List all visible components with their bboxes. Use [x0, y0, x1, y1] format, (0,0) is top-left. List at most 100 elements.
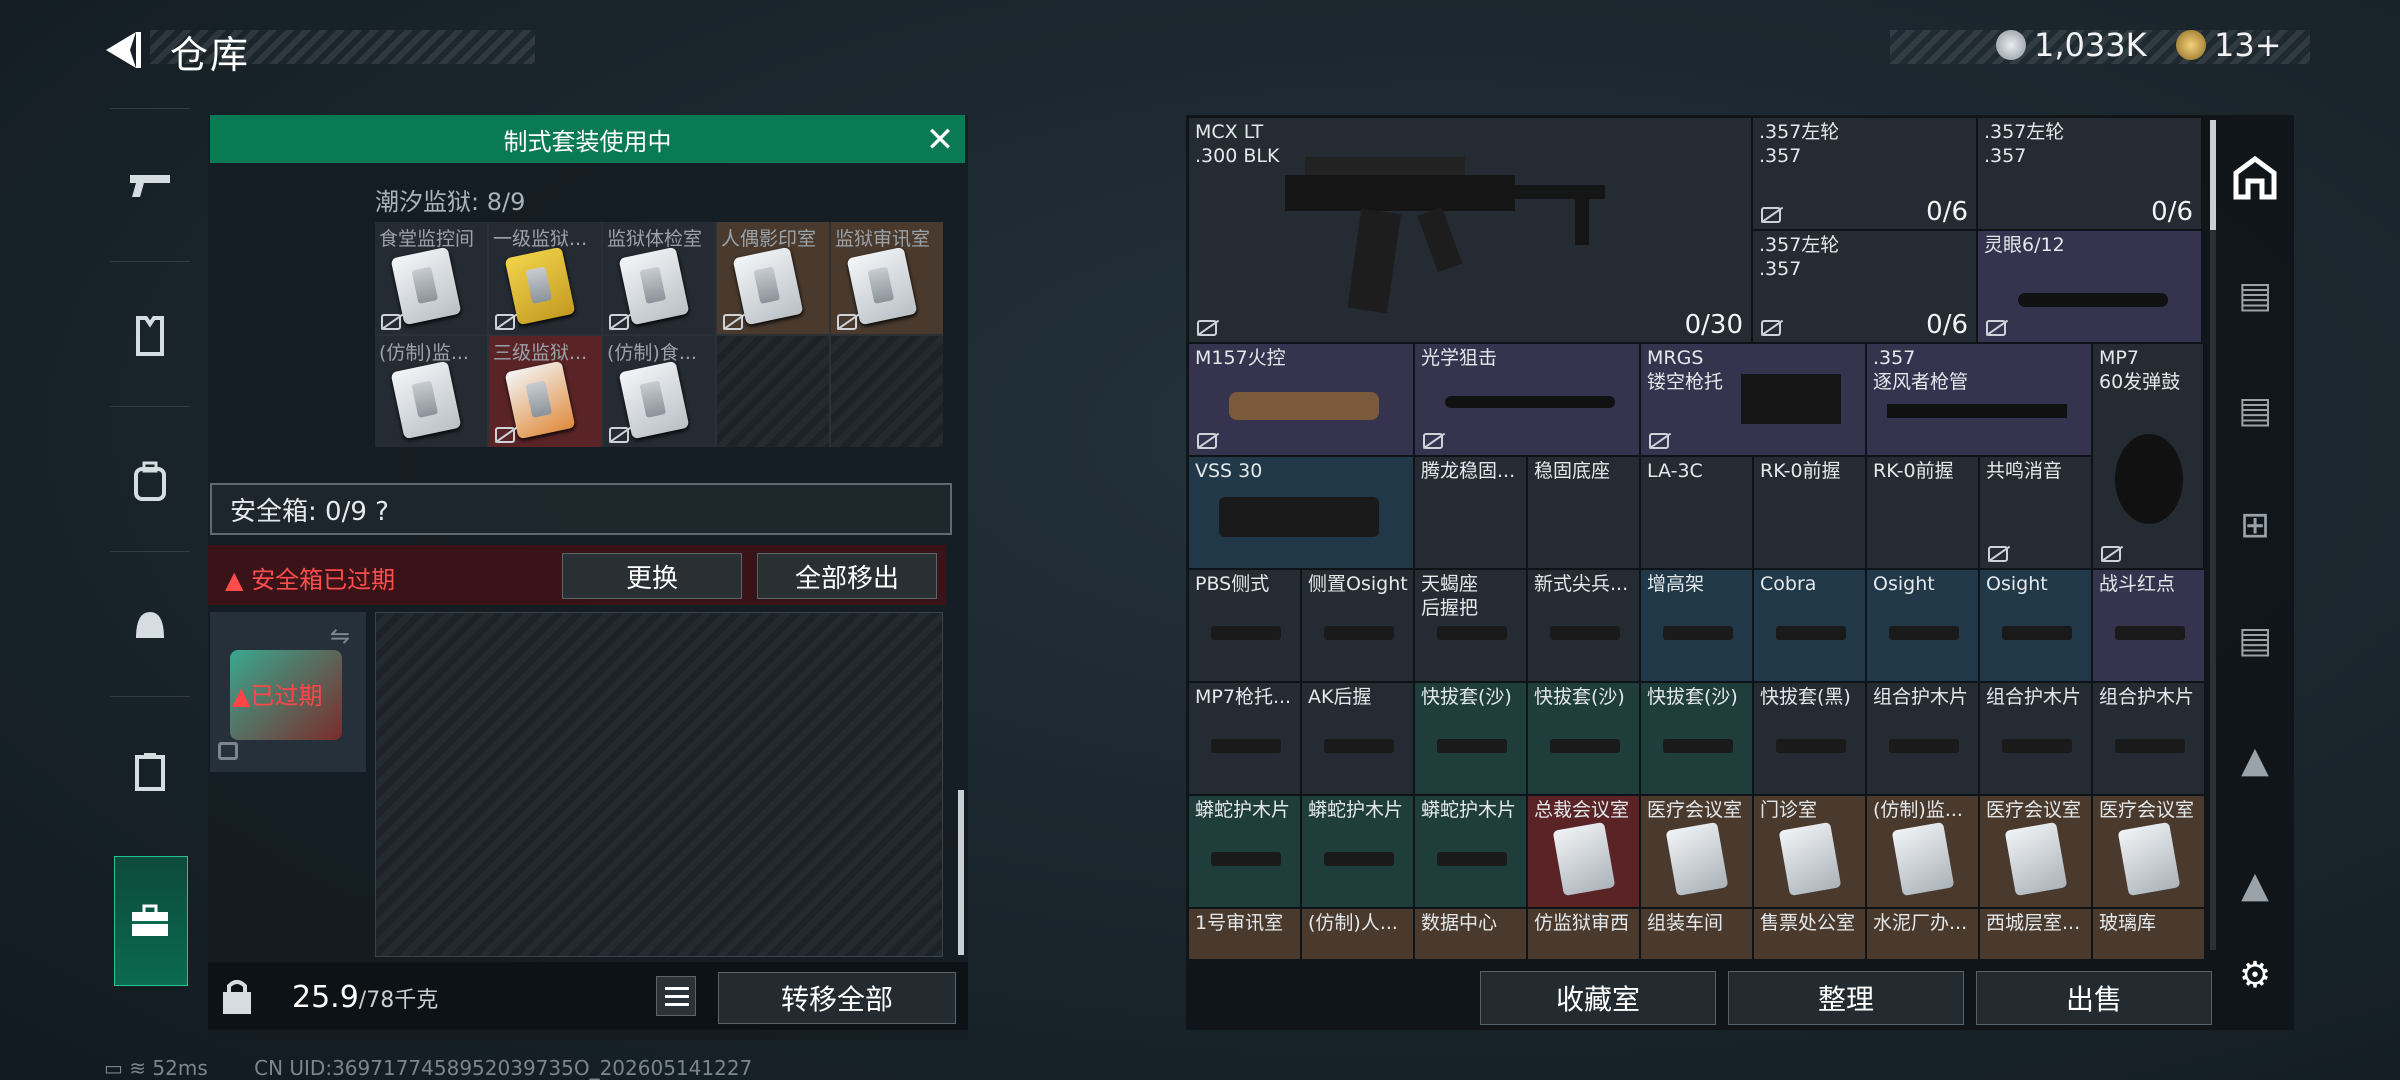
item-cell[interactable]: 蟒蛇护木片 — [1414, 795, 1527, 908]
left-scrollbar[interactable] — [958, 790, 964, 955]
item-cell[interactable]: Cobra — [1753, 569, 1866, 682]
weight-lock-icon — [220, 978, 254, 1016]
item-cell[interactable]: 快拔套(沙) — [1640, 682, 1753, 795]
item-cell[interactable]: 腾龙稳固... — [1414, 456, 1527, 569]
revolver-item[interactable]: .357左轮 .357 0/6 — [1752, 117, 1977, 230]
item-label: 蟒蛇护木片 — [1195, 799, 1291, 821]
vest-icon[interactable] — [100, 276, 200, 396]
item-cell[interactable]: 组合护木片 — [2092, 682, 2204, 795]
list-view-icon[interactable] — [656, 976, 696, 1016]
item-cell[interactable]: 新式尖兵... — [1527, 569, 1640, 682]
item-cell[interactable]: 门诊室 — [1753, 795, 1866, 908]
locked-storage-icon[interactable]: ▲ — [2230, 740, 2280, 790]
item-cell[interactable]: 医疗会议室 — [1979, 795, 2092, 908]
item-cell[interactable]: PBS侧式 — [1188, 569, 1301, 682]
item-cell[interactable]: 快拔套(沙) — [1414, 682, 1527, 795]
item-label: 快拔套(沙) — [1421, 686, 1512, 708]
expired-warning-text: 安全箱已过期 — [251, 566, 396, 594]
item-cell[interactable]: 增高架 — [1640, 569, 1753, 682]
item-cell[interactable]: (仿制)监... — [1866, 795, 1979, 908]
item-cell[interactable]: 光学狙击 — [1414, 343, 1640, 456]
weight-unit: /78千克 — [358, 988, 439, 1013]
keycard-slot[interactable]: (仿制)食... — [603, 335, 715, 447]
item-cell[interactable]: 侧置Osight — [1301, 569, 1414, 682]
item-cell[interactable]: 蟒蛇护木片 — [1188, 795, 1301, 908]
item-cell[interactable]: VSS 30 — [1188, 456, 1414, 569]
storage-tab-icon[interactable]: ▤ — [2230, 620, 2280, 670]
item-cell[interactable]: Osight — [1866, 569, 1979, 682]
revolver-item[interactable]: .357左轮 .357 0/6 — [1752, 230, 1977, 343]
currency-tickets[interactable]: 13+ — [2176, 26, 2282, 64]
item-cell[interactable]: 蟒蛇护木片 — [1301, 795, 1414, 908]
sell-button[interactable]: 出售 — [1976, 971, 2212, 1025]
add-storage-icon[interactable]: ⊞ — [2230, 505, 2280, 555]
item-cell[interactable]: 售票处公室 — [1753, 908, 1866, 959]
item-image — [1889, 626, 1959, 640]
item-image — [1211, 626, 1281, 640]
remove-all-button[interactable]: 全部移出 — [757, 553, 937, 599]
organize-button[interactable]: 整理 — [1728, 971, 1964, 1025]
replace-button[interactable]: 更换 — [562, 553, 742, 599]
scope-item[interactable]: 灵眼6/12 — [1977, 230, 2202, 343]
item-cell[interactable]: Osight — [1979, 569, 2092, 682]
keycard-slot[interactable]: 监狱审讯室 — [831, 222, 943, 334]
item-cell[interactable]: RK-0前握 — [1753, 456, 1866, 569]
settings-gear-icon[interactable]: ⚙ — [2230, 955, 2280, 1005]
item-cell[interactable]: 天蝎座 后握把 — [1414, 569, 1527, 682]
collection-room-button[interactable]: 收藏室 — [1480, 971, 1716, 1025]
item-cell[interactable]: MRGS 镂空枪托 — [1640, 343, 1866, 456]
item-cell[interactable]: (仿制)人... — [1301, 908, 1414, 959]
item-cell[interactable]: 快拔套(黑) — [1753, 682, 1866, 795]
item-label: 组合护木片 — [2099, 686, 2195, 708]
wifi-icon: ≋ — [129, 1056, 153, 1080]
item-cell[interactable]: 玻璃库 — [2092, 908, 2204, 959]
item-cell[interactable]: 西城层室... — [1979, 908, 2092, 959]
item-cell[interactable]: 组装车间 — [1640, 908, 1753, 959]
item-cell[interactable]: AK后握 — [1301, 682, 1414, 795]
swap-icon[interactable]: ⇋ — [330, 622, 350, 650]
keycard-slot[interactable]: 食堂监控间 — [375, 222, 487, 334]
drum-mag-item[interactable]: MP7 60发弹鼓 — [2092, 343, 2204, 569]
item-cell[interactable]: 仿监狱审西 — [1527, 908, 1640, 959]
backpack-icon[interactable] — [100, 421, 200, 541]
item-cell[interactable]: 医疗会议室 — [2092, 795, 2204, 908]
helmet-icon[interactable] — [100, 566, 200, 686]
item-cell[interactable]: 数据中心 — [1414, 908, 1527, 959]
item-cell[interactable]: M157火控 — [1188, 343, 1414, 456]
item-cell[interactable]: 稳固底座 — [1527, 456, 1640, 569]
keycard-slot[interactable]: 一级监狱... — [489, 222, 601, 334]
item-cell[interactable]: 水泥厂办... — [1866, 908, 1979, 959]
storage-tab-icon[interactable]: ▤ — [2230, 390, 2280, 440]
item-cell[interactable]: 战斗红点 — [2092, 569, 2204, 682]
gun-icon[interactable] — [100, 126, 200, 246]
revolver-item[interactable]: .357左轮 .357 0/6 — [1977, 117, 2202, 230]
transfer-all-button[interactable]: 转移全部 — [718, 972, 956, 1024]
item-cell[interactable]: MP7枪托... — [1188, 682, 1301, 795]
warehouse-tab-icon[interactable] — [2230, 153, 2280, 203]
keycard-slot[interactable]: 三级监狱... — [489, 335, 601, 447]
safebox-capacity[interactable]: 安全箱: 0/9 ? — [210, 483, 952, 535]
keycard-slot[interactable]: 监狱体检室 — [603, 222, 715, 334]
item-cell[interactable]: 1号审讯室 — [1188, 908, 1301, 959]
locked-storage-icon[interactable]: ▲ — [2230, 865, 2280, 915]
item-image — [2115, 739, 2185, 753]
briefcase-icon[interactable] — [100, 861, 200, 981]
item-label: 增高架 — [1647, 573, 1705, 595]
item-cell[interactable]: 总裁会议室 — [1527, 795, 1640, 908]
close-icon[interactable]: ✕ — [920, 120, 960, 160]
back-arrow-icon[interactable] — [100, 28, 144, 72]
item-cell[interactable]: 快拔套(沙) — [1527, 682, 1640, 795]
item-cell[interactable]: RK-0前握 — [1866, 456, 1979, 569]
item-cell[interactable]: 共鸣消音 — [1979, 456, 2092, 569]
keycard-slot[interactable]: 人偶影印室 — [717, 222, 829, 334]
keycard-slot[interactable]: (仿制)监... — [375, 335, 487, 447]
item-cell[interactable]: LA-3C — [1640, 456, 1753, 569]
storage-tab-icon[interactable]: ▤ — [2230, 275, 2280, 325]
lock-icon — [837, 313, 857, 330]
item-image — [1324, 626, 1394, 640]
item-cell[interactable]: 组合护木片 — [1866, 682, 1979, 795]
item-cell[interactable]: 组合护木片 — [1979, 682, 2092, 795]
item-cell[interactable]: .357 逐风者枪管 — [1866, 343, 2092, 456]
item-cell[interactable]: 医疗会议室 — [1640, 795, 1753, 908]
container-icon[interactable] — [100, 711, 200, 831]
